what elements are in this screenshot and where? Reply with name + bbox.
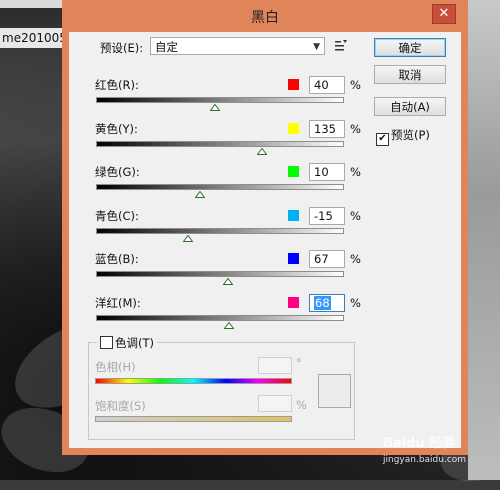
hue-slider[interactable] (95, 378, 292, 384)
saturation-slider[interactable] (95, 416, 292, 422)
percent-sign: % (350, 296, 361, 310)
dialog-title: 黑白 (251, 10, 279, 26)
dialog-body: 预设(E): 自定 ▼ 确定 取消 自动(A) ✔ 预览(P) 红色(R): 40%… (69, 32, 461, 448)
preset-label: 预设(E): (100, 41, 144, 55)
slider-value: 135 (314, 122, 336, 136)
slider-label: 红色(R): (95, 78, 139, 92)
percent-sign: % (350, 78, 361, 92)
slider-track[interactable] (96, 184, 344, 190)
slider-value: -15 (314, 209, 333, 223)
preview-label: 预览(P) (391, 128, 430, 142)
slider-track[interactable] (96, 228, 344, 234)
slider-track[interactable] (96, 97, 344, 103)
preview-checkbox[interactable]: ✔ 预览(P) (376, 127, 430, 146)
color-swatch (288, 123, 299, 134)
color-swatch (288, 210, 299, 221)
watermark-url: jingyan.baidu.com (383, 455, 467, 465)
tint-color-swatch[interactable] (318, 374, 351, 408)
hue-input[interactable] (258, 357, 292, 374)
slider-value-input[interactable]: 135 (309, 120, 345, 138)
percent-sign: % (350, 209, 361, 223)
panel-strip (468, 0, 500, 480)
slider-label: 蓝色(B): (95, 252, 139, 266)
color-swatch (288, 297, 299, 308)
percent-sign: % (350, 165, 361, 179)
slider-value-input[interactable]: 40 (309, 76, 345, 94)
slider-track[interactable] (96, 315, 344, 321)
preview-check-icon: ✔ (376, 133, 389, 146)
slider-value: 10 (314, 165, 329, 179)
saturation-label: 饱和度(S) (95, 399, 146, 413)
color-swatch (288, 79, 299, 90)
cancel-button[interactable]: 取消 (374, 65, 446, 84)
preset-options-icon[interactable] (335, 40, 349, 52)
tint-toggle[interactable]: 色调(T) (97, 335, 157, 351)
saturation-input[interactable] (258, 395, 292, 412)
preset-value: 自定 (155, 40, 178, 54)
slider-value-input[interactable]: 68 (309, 294, 345, 312)
slider-label: 黄色(Y): (95, 122, 138, 136)
color-swatch (288, 166, 299, 177)
hue-unit: ° (296, 356, 302, 370)
baidu-watermark: Baidu 经验 jingyan.baidu.com (383, 432, 466, 465)
tint-label: 色调(T) (115, 336, 154, 350)
ok-button[interactable]: 确定 (374, 38, 446, 57)
color-swatch (288, 253, 299, 264)
percent-sign: % (350, 122, 361, 136)
slider-label: 洋红(M): (95, 296, 141, 310)
tint-checkbox[interactable] (100, 336, 113, 349)
slider-value: 67 (314, 252, 329, 266)
dialog-titlebar[interactable]: 黑白 ✕ (62, 0, 468, 32)
slider-label: 绿色(G): (95, 165, 140, 179)
tint-group (88, 342, 355, 440)
slider-label: 青色(C): (95, 209, 139, 223)
watermark-brand: Baidu 经验 (383, 436, 456, 451)
percent-sign: % (350, 252, 361, 266)
close-button[interactable]: ✕ (432, 4, 456, 24)
chevron-down-icon: ▼ (313, 42, 320, 52)
hue-label: 色相(H) (95, 360, 136, 374)
slider-value: 68 (314, 296, 331, 310)
slider-track[interactable] (96, 271, 344, 277)
saturation-unit: % (296, 398, 307, 412)
slider-value-input[interactable]: -15 (309, 207, 345, 225)
preset-select[interactable]: 自定 ▼ (150, 37, 325, 55)
auto-button[interactable]: 自动(A) (374, 97, 446, 116)
black-white-dialog: 黑白 ✕ 预设(E): 自定 ▼ 确定 取消 自动(A) ✔ 预览(P) 红色(R… (62, 0, 468, 455)
slider-track[interactable] (96, 141, 344, 147)
slider-value-input[interactable]: 67 (309, 250, 345, 268)
slider-value: 40 (314, 78, 329, 92)
slider-value-input[interactable]: 10 (309, 163, 345, 181)
